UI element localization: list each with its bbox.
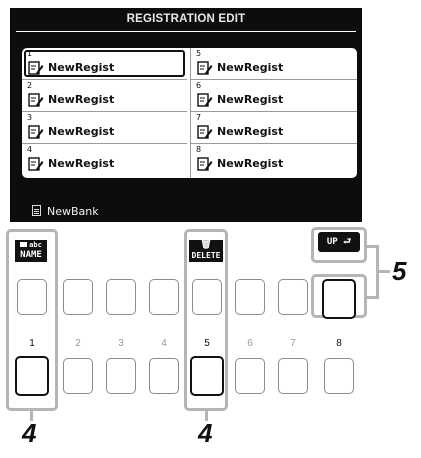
registration-grid: 1 NewRegist 2 NewRegist 3 NewRegist 4 Ne… — [22, 48, 357, 178]
up-label: UP — [326, 237, 338, 247]
delete-button-label: 🗑 DELETE — [189, 240, 223, 262]
lower-button-4[interactable] — [149, 358, 179, 394]
callout-4-middle: 4 — [198, 418, 213, 448]
slot-number: 8 — [196, 145, 202, 154]
slot-number: 2 — [27, 81, 33, 90]
lcd-screen: REGISTRATION EDIT 1 NewRegist 2 NewRegis… — [10, 8, 362, 222]
lower-button-6[interactable] — [235, 358, 265, 394]
title-divider — [16, 31, 356, 32]
registration-edit-icon — [197, 157, 213, 171]
registration-edit-icon — [197, 61, 213, 75]
registration-slot-4[interactable]: 4 NewRegist — [22, 144, 187, 178]
slot-name: NewRegist — [48, 125, 115, 138]
slot-number: 5 — [196, 49, 202, 58]
registration-slot-6[interactable]: 6 NewRegist — [190, 80, 357, 112]
upper-button-8[interactable] — [322, 279, 356, 319]
registration-slot-2[interactable]: 2 NewRegist — [22, 80, 187, 112]
registration-slot-7[interactable]: 7 NewRegist — [190, 112, 357, 144]
registration-slot-5[interactable]: 5 NewRegist — [190, 48, 357, 80]
registration-slot-1[interactable]: 1 NewRegist — [22, 48, 187, 80]
registration-edit-icon — [28, 157, 44, 171]
registration-slot-3[interactable]: 3 NewRegist — [22, 112, 187, 144]
bank-label: NewBank — [32, 205, 99, 218]
callout-5: 5 — [392, 256, 407, 286]
screen-title: REGISTRATION EDIT — [126, 13, 246, 25]
button-number-3: 3 — [118, 338, 124, 349]
folder-icon — [20, 242, 28, 247]
registration-edit-icon — [197, 93, 213, 107]
delete-label: DELETE — [191, 251, 221, 260]
registration-edit-icon — [197, 125, 213, 139]
trash-icon: 🗑 — [200, 240, 212, 250]
button-number-8: 8 — [336, 338, 342, 349]
up-return-arrow-icon: ⮐ — [337, 237, 352, 247]
slot-number: 7 — [196, 113, 202, 122]
slot-number: 3 — [27, 113, 33, 122]
registration-edit-icon — [28, 125, 44, 139]
slot-number: 1 — [27, 49, 33, 58]
slot-number: 4 — [27, 145, 33, 154]
upper-button-3[interactable] — [106, 279, 136, 315]
button-number-1: 1 — [29, 338, 35, 349]
slot-name: NewRegist — [48, 61, 115, 74]
upper-button-7[interactable] — [278, 279, 308, 315]
registration-edit-icon — [28, 93, 44, 107]
slot-name: NewRegist — [217, 61, 284, 74]
slot-name: NewRegist — [217, 157, 284, 170]
slot-number: 6 — [196, 81, 202, 90]
registration-edit-icon — [28, 61, 44, 75]
button-number-4: 4 — [161, 338, 167, 349]
lower-button-2[interactable] — [63, 358, 93, 394]
slot-name: NewRegist — [217, 93, 284, 106]
callout-4-left: 4 — [22, 418, 37, 448]
up-button-label[interactable]: UP ⮐ — [318, 232, 360, 252]
upper-button-2[interactable] — [63, 279, 93, 315]
name-label: NAME — [20, 250, 42, 260]
upper-button-5[interactable] — [192, 279, 222, 315]
lower-button-3[interactable] — [106, 358, 136, 394]
slot-name: NewRegist — [48, 157, 115, 170]
name-button-label: abc NAME — [15, 240, 47, 262]
name-label-top: abc — [29, 241, 42, 249]
lower-button-8[interactable] — [324, 358, 354, 394]
callout-line — [378, 270, 390, 273]
button-number-2: 2 — [75, 338, 81, 349]
button-number-5: 5 — [204, 338, 210, 349]
registration-slot-8[interactable]: 8 NewRegist — [190, 144, 357, 178]
lower-button-1[interactable] — [15, 356, 49, 396]
button-number-6: 6 — [247, 338, 253, 349]
lower-button-7[interactable] — [278, 358, 308, 394]
button-number-7: 7 — [290, 338, 296, 349]
lower-button-5[interactable] — [190, 356, 224, 396]
upper-button-4[interactable] — [149, 279, 179, 315]
bank-name: NewBank — [47, 205, 99, 218]
slot-name: NewRegist — [217, 125, 284, 138]
upper-button-1[interactable] — [17, 279, 47, 315]
upper-button-6[interactable] — [235, 279, 265, 315]
bank-file-icon — [32, 205, 41, 216]
slot-name: NewRegist — [48, 93, 115, 106]
